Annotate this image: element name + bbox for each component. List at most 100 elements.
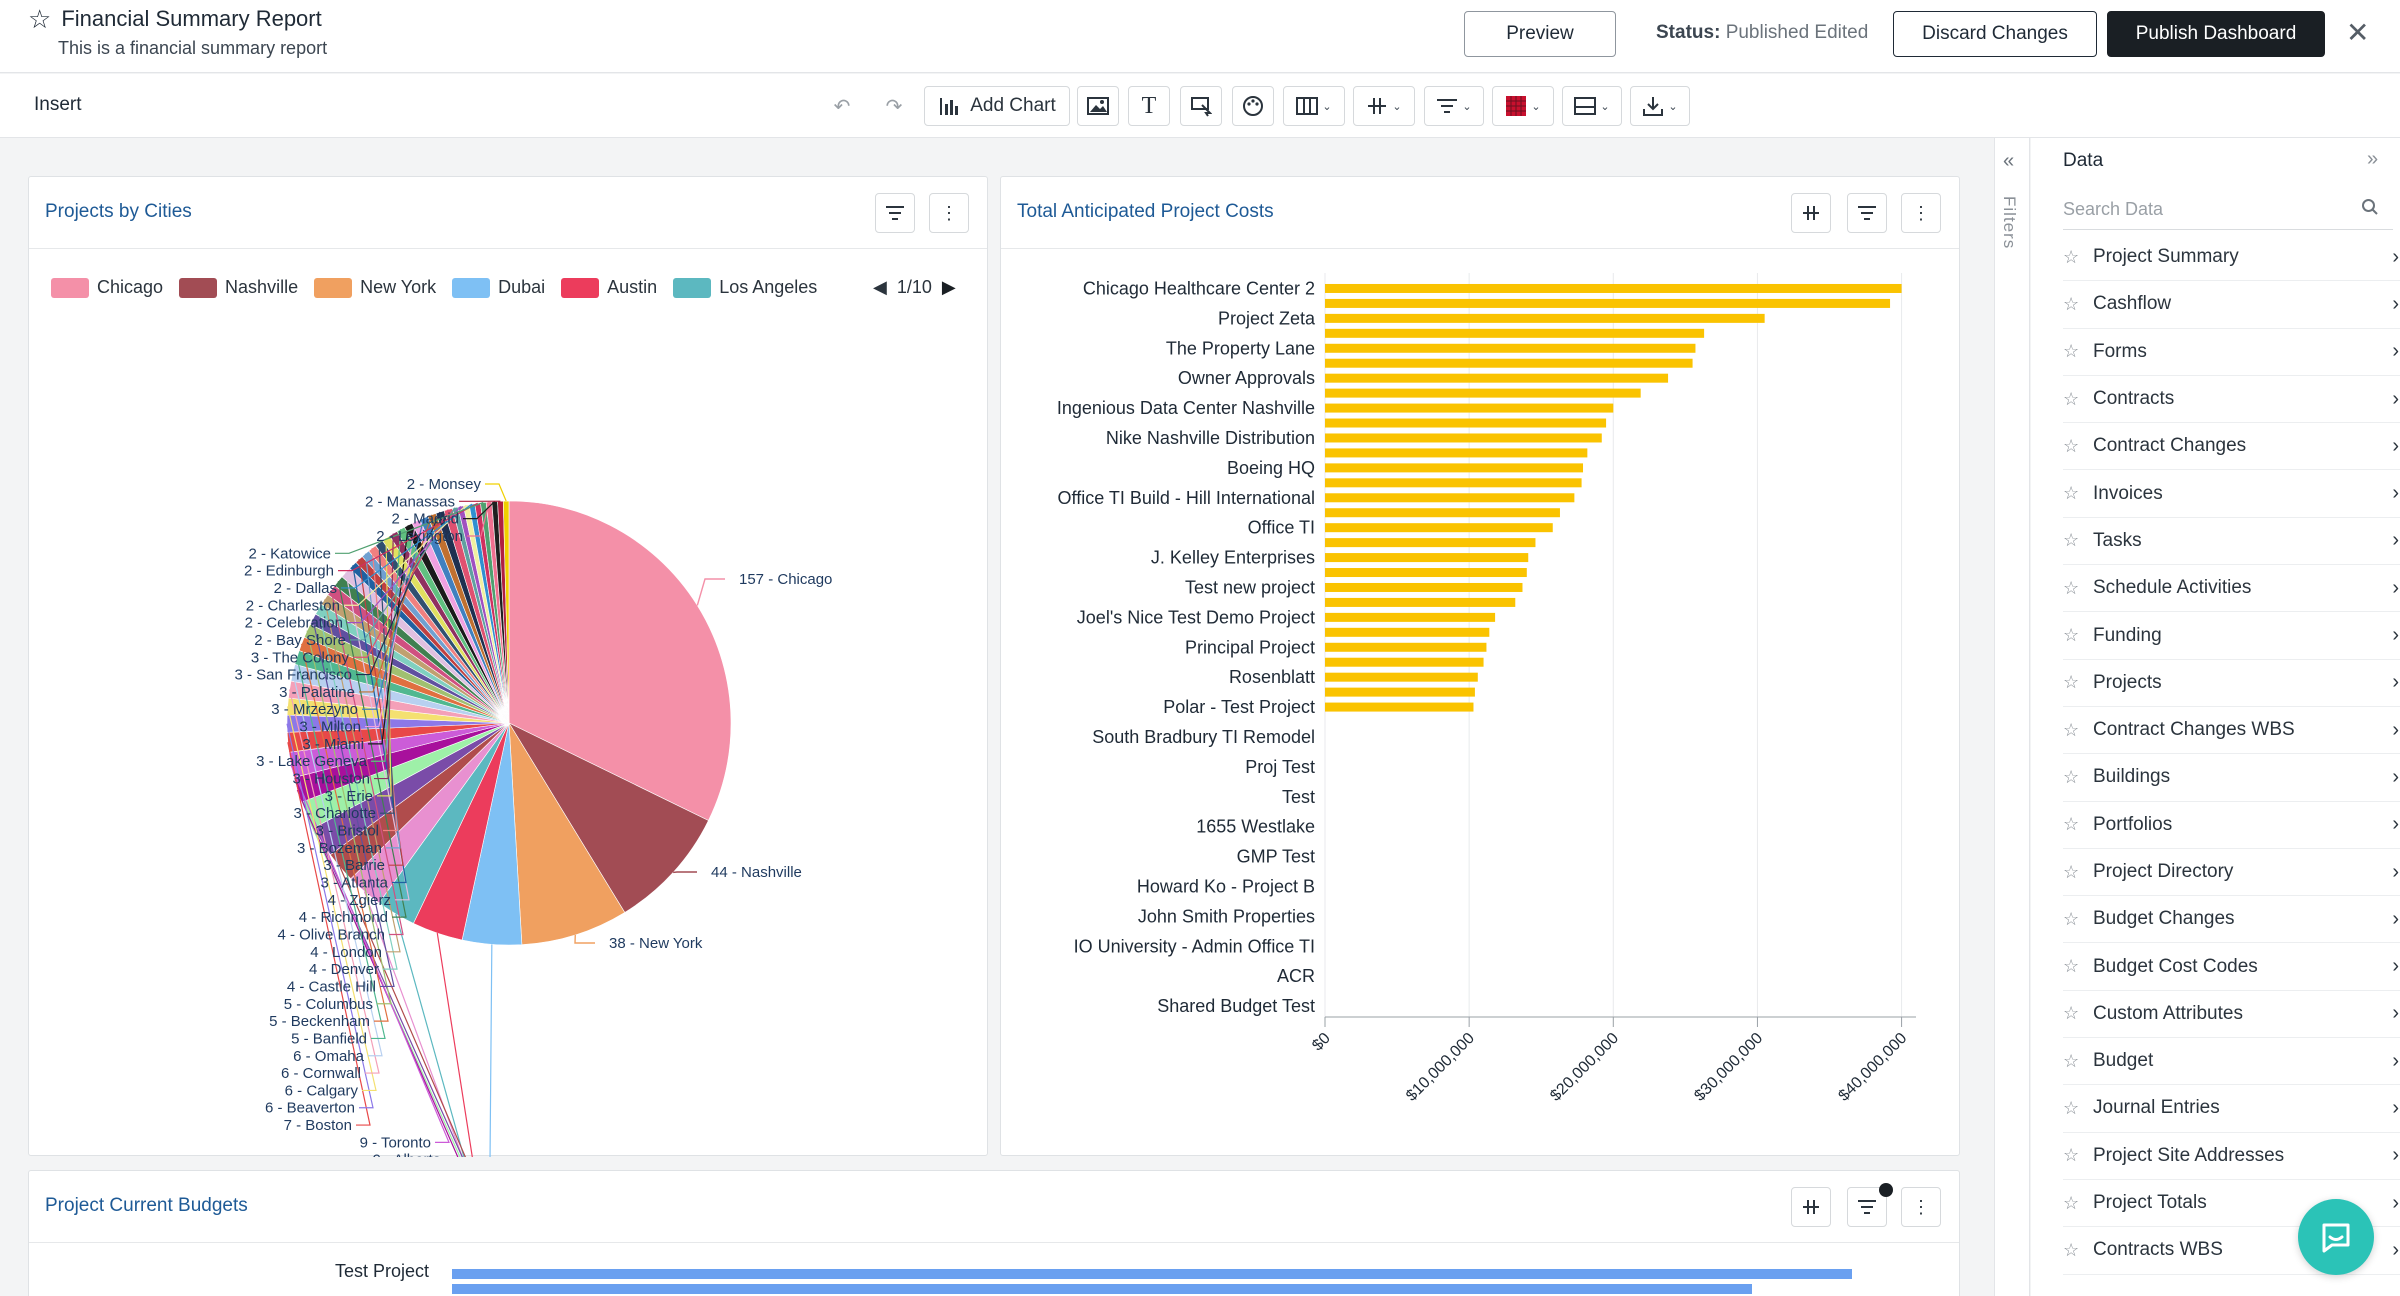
- publish-dashboard-button[interactable]: Publish Dashboard: [2107, 11, 2325, 57]
- layout-dropdown[interactable]: ⌄: [1562, 86, 1622, 126]
- double-chevron-right-icon[interactable]: »: [2367, 148, 2378, 171]
- close-icon[interactable]: ✕: [2346, 16, 2369, 49]
- card-axis-button[interactable]: [1791, 1187, 1831, 1227]
- data-source-item[interactable]: ☆ Journal Entries ›: [2063, 1085, 2400, 1133]
- cost-bar[interactable]: [1325, 343, 1696, 353]
- cost-bar[interactable]: [1325, 388, 1641, 398]
- chevron-down-icon: ⌄: [1322, 100, 1332, 113]
- data-source-item[interactable]: ☆ Projects ›: [2063, 660, 2400, 707]
- color-grid-dropdown[interactable]: ⌄: [1492, 86, 1554, 126]
- image-icon[interactable]: [1077, 86, 1119, 126]
- cost-bar[interactable]: [1325, 358, 1693, 368]
- cost-bar[interactable]: [1325, 313, 1765, 323]
- data-search-input[interactable]: [2063, 199, 2353, 220]
- cost-bar[interactable]: [1325, 523, 1553, 533]
- data-source-item[interactable]: ☆ Contract Changes WBS ›: [2063, 707, 2400, 755]
- cost-bar[interactable]: [1325, 553, 1529, 563]
- cost-bar[interactable]: [1325, 403, 1614, 413]
- data-source-item[interactable]: ☆ Budget Changes ›: [2063, 896, 2400, 944]
- axis-dropdown[interactable]: ⌄: [1353, 86, 1415, 126]
- cost-bar[interactable]: [1325, 627, 1490, 637]
- cost-bar[interactable]: [1325, 463, 1584, 473]
- cost-bar[interactable]: [1325, 448, 1588, 458]
- star-icon[interactable]: ☆: [2063, 1193, 2083, 1214]
- cost-bar[interactable]: [1325, 298, 1891, 308]
- cost-bar[interactable]: [1325, 538, 1536, 548]
- data-source-item[interactable]: ☆ Buildings ›: [2063, 754, 2400, 802]
- star-icon[interactable]: ☆: [2063, 341, 2083, 362]
- columns-dropdown[interactable]: ⌄: [1283, 86, 1345, 126]
- favorite-star-icon[interactable]: ☆: [28, 6, 51, 32]
- star-icon[interactable]: ☆: [2063, 672, 2083, 693]
- chat-launcher-button[interactable]: [2298, 1199, 2374, 1275]
- star-icon[interactable]: ☆: [2063, 862, 2083, 883]
- data-source-item[interactable]: ☆ Budget Cost Codes ›: [2063, 943, 2400, 991]
- data-source-item[interactable]: ☆ Custom Attributes ›: [2063, 991, 2400, 1039]
- star-icon[interactable]: ☆: [2063, 389, 2083, 410]
- pie-slice-label: 44 - Nashville: [711, 864, 802, 881]
- cost-bar[interactable]: [1325, 687, 1475, 697]
- cost-bar[interactable]: [1325, 283, 1902, 293]
- cost-bar[interactable]: [1325, 642, 1487, 652]
- star-icon[interactable]: ☆: [2063, 1098, 2083, 1119]
- data-source-item[interactable]: ☆ Portfolios ›: [2063, 802, 2400, 849]
- cost-bar[interactable]: [1325, 418, 1607, 428]
- add-chart-button[interactable]: Add Chart: [924, 86, 1070, 126]
- data-source-item[interactable]: ☆ Forms ›: [2063, 329, 2400, 376]
- star-icon[interactable]: ☆: [2063, 247, 2083, 268]
- palette-icon[interactable]: [1232, 86, 1274, 126]
- cost-bar[interactable]: [1325, 508, 1560, 518]
- star-icon[interactable]: ☆: [2063, 436, 2083, 457]
- filter-dropdown[interactable]: ⌄: [1424, 86, 1484, 126]
- star-icon[interactable]: ☆: [2063, 767, 2083, 788]
- data-source-item[interactable]: ☆ Funding ›: [2063, 612, 2400, 660]
- budget-bar-label: Test Project: [334, 1261, 429, 1281]
- cost-bar[interactable]: [1325, 493, 1575, 503]
- select-area-icon[interactable]: [1180, 86, 1222, 126]
- data-source-item[interactable]: ☆ Schedule Activities ›: [2063, 565, 2400, 613]
- redo-icon[interactable]: ↷: [874, 86, 914, 126]
- cost-bar[interactable]: [1325, 672, 1478, 682]
- star-icon[interactable]: ☆: [2063, 956, 2083, 977]
- data-source-item[interactable]: ☆ Cashflow ›: [2063, 281, 2400, 329]
- data-source-item[interactable]: ☆ Tasks ›: [2063, 518, 2400, 566]
- cost-bar[interactable]: [1325, 582, 1523, 592]
- undo-icon[interactable]: ↶: [822, 86, 862, 126]
- download-dropdown[interactable]: ⌄: [1630, 86, 1690, 126]
- cost-bar[interactable]: [1325, 328, 1705, 338]
- text-icon[interactable]: T: [1128, 86, 1170, 126]
- cost-bar[interactable]: [1325, 373, 1669, 383]
- discard-changes-button[interactable]: Discard Changes: [1893, 11, 2097, 57]
- star-icon[interactable]: ☆: [2063, 1003, 2083, 1024]
- cost-bar[interactable]: [1325, 657, 1484, 667]
- star-icon[interactable]: ☆: [2063, 1145, 2083, 1166]
- cost-bar[interactable]: [1325, 597, 1516, 607]
- star-icon[interactable]: ☆: [2063, 1240, 2083, 1261]
- cost-bar[interactable]: [1325, 612, 1496, 622]
- preview-button[interactable]: Preview: [1464, 11, 1616, 57]
- star-icon[interactable]: ☆: [2063, 1051, 2083, 1072]
- data-source-item[interactable]: ☆ Project Site Addresses ›: [2063, 1133, 2400, 1180]
- star-icon[interactable]: ☆: [2063, 720, 2083, 741]
- star-icon[interactable]: ☆: [2063, 909, 2083, 930]
- data-source-item[interactable]: ☆ Contract Changes ›: [2063, 423, 2400, 471]
- cost-bar[interactable]: [1325, 478, 1582, 488]
- data-source-item[interactable]: ☆ Invoices ›: [2063, 470, 2400, 518]
- double-chevron-left-icon[interactable]: «: [2003, 150, 2014, 173]
- star-icon[interactable]: ☆: [2063, 578, 2083, 599]
- star-icon[interactable]: ☆: [2063, 625, 2083, 646]
- star-icon[interactable]: ☆: [2063, 294, 2083, 315]
- data-source-item[interactable]: ☆ Contracts ›: [2063, 376, 2400, 424]
- data-source-item[interactable]: ☆ Project Summary ›: [2063, 234, 2400, 282]
- star-icon[interactable]: ☆: [2063, 530, 2083, 551]
- star-icon[interactable]: ☆: [2063, 483, 2083, 504]
- cost-bar[interactable]: [1325, 433, 1602, 443]
- cost-bar[interactable]: [1325, 702, 1474, 712]
- filters-rail[interactable]: « Filters: [1994, 138, 2030, 1296]
- star-icon[interactable]: ☆: [2063, 814, 2083, 835]
- data-source-item[interactable]: ☆ Project Directory ›: [2063, 849, 2400, 897]
- data-source-item[interactable]: ☆ Budget ›: [2063, 1038, 2400, 1086]
- cost-bar[interactable]: [1325, 568, 1527, 578]
- card-more-button[interactable]: ⋮: [1901, 1187, 1941, 1227]
- search-icon[interactable]: [2361, 198, 2379, 221]
